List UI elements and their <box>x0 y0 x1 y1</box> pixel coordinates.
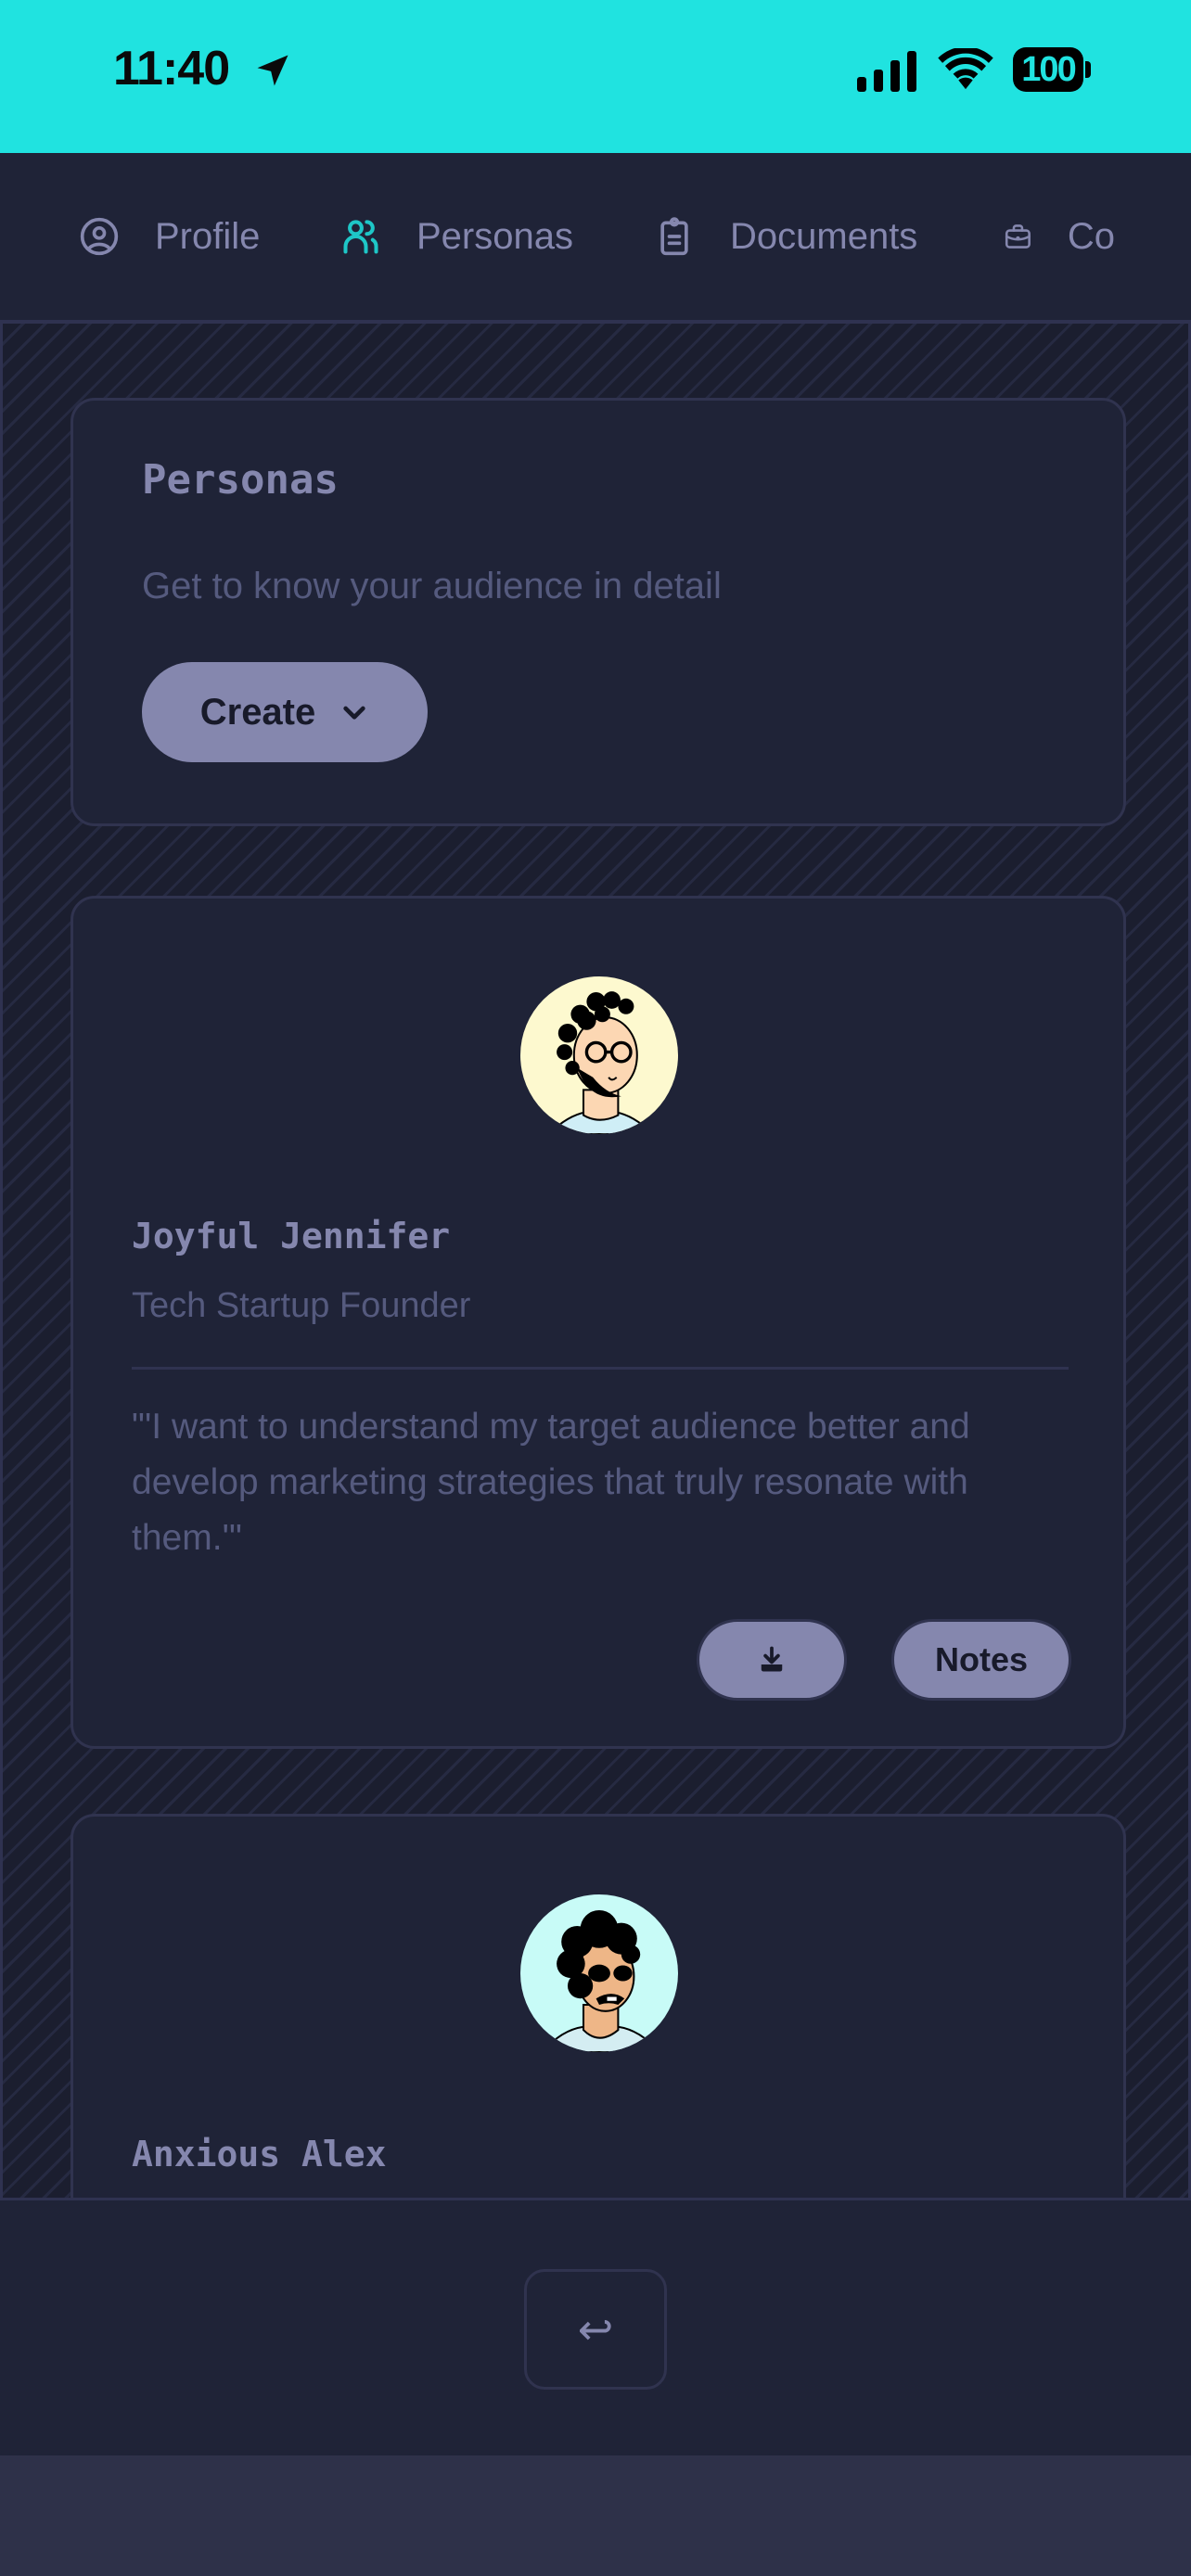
clipboard-icon <box>660 217 688 256</box>
notes-button[interactable]: Notes <box>891 1619 1071 1701</box>
persona-avatar-illustration <box>520 976 678 1134</box>
avatar <box>520 1894 678 2052</box>
persona-quote: "'I want to understand my target audienc… <box>132 1407 970 1558</box>
home-indicator-area <box>0 2455 1191 2576</box>
battery-nub <box>1085 61 1091 78</box>
status-time: 11:40 <box>113 42 230 96</box>
tab-label: Personas <box>416 215 573 257</box>
users-icon <box>343 220 378 254</box>
tab-bar: Profile Personas Documents Co <box>0 153 1191 320</box>
personas-header-card: Personas Get to know your audience in de… <box>70 398 1126 826</box>
download-button[interactable] <box>697 1619 847 1701</box>
tab-profile[interactable]: Profile <box>79 153 260 320</box>
avatar <box>520 976 678 1134</box>
create-label: Create <box>199 691 316 733</box>
tab-label: Co <box>1067 215 1115 257</box>
tab-label: Documents <box>730 215 918 257</box>
page-subtitle: Get to know your audience in detail <box>142 566 722 606</box>
tab-co[interactable]: Co <box>1004 153 1115 320</box>
chevron-down-icon <box>343 706 365 720</box>
persona-card: Joyful Jennifer Tech Startup Founder "'I… <box>70 896 1126 1749</box>
persona-name: Joyful Jennifer <box>132 1216 451 1256</box>
briefcase-icon <box>1005 224 1031 249</box>
download-icon <box>761 1646 783 1672</box>
battery-icon: 100 <box>1013 47 1083 92</box>
persona-card: Anxious Alex <box>70 1814 1126 2198</box>
return-button[interactable]: ↩ <box>524 2269 667 2390</box>
return-icon: ↩ <box>577 2305 614 2353</box>
tab-documents[interactable]: Documents <box>654 153 917 320</box>
page-title: Personas <box>142 456 339 504</box>
location-arrow-icon <box>257 55 288 86</box>
divider <box>132 1367 1069 1370</box>
cellular-signal-icon <box>857 51 916 92</box>
wifi-icon <box>938 48 993 90</box>
user-circle-icon <box>80 217 119 256</box>
create-dropdown-button[interactable]: Create <box>142 662 428 762</box>
status-bar: 11:40 100 <box>0 0 1191 153</box>
persona-avatar-illustration <box>520 1894 678 2052</box>
bottom-bar: ↩ <box>0 2198 1191 2455</box>
tab-personas[interactable]: Personas <box>340 153 573 320</box>
tab-label: Profile <box>155 215 261 257</box>
persona-role: Tech Startup Founder <box>132 1286 471 1325</box>
persona-name: Anxious Alex <box>132 2134 387 2174</box>
personas-scroll-area[interactable]: Personas Get to know your audience in de… <box>0 320 1191 2198</box>
